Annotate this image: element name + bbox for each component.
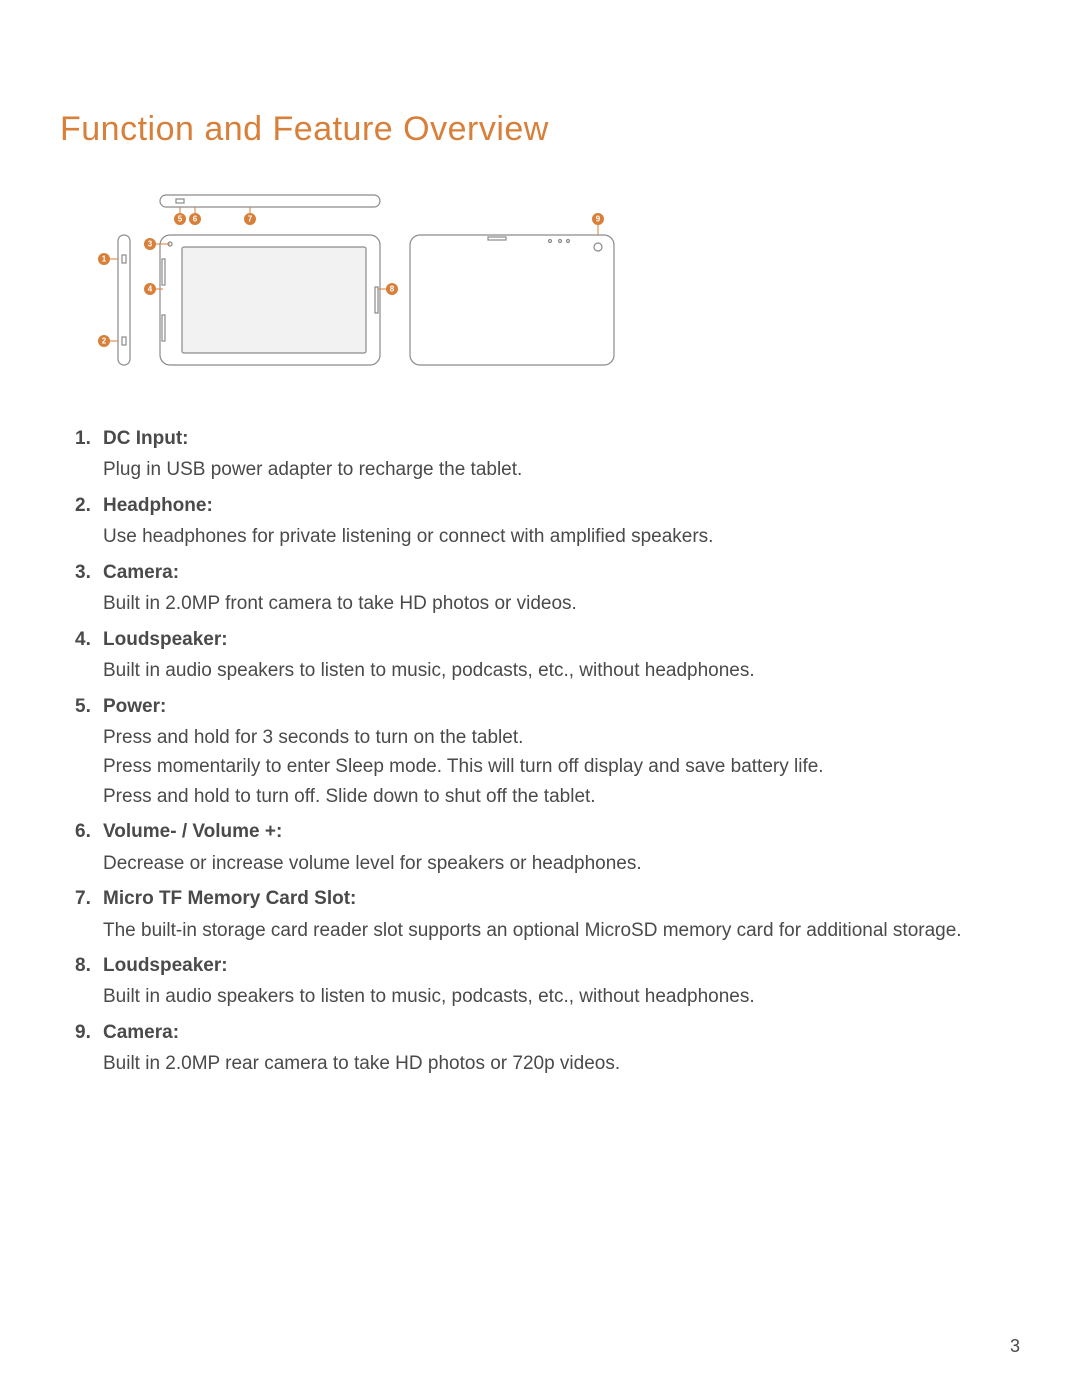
feature-heading: 1.DC Input: — [75, 424, 1020, 453]
feature-description: Built in audio speakers to listen to mus… — [75, 982, 1020, 1011]
feature-item: 7.Micro TF Memory Card Slot: The built-in… — [75, 884, 1020, 945]
diagram-top-edge: 5 6 7 — [160, 195, 380, 225]
feature-number: 9. — [75, 1018, 103, 1047]
feature-name: Loudspeaker: — [103, 951, 228, 980]
feature-number: 4. — [75, 625, 103, 654]
callout-3: 3 — [148, 240, 153, 249]
callout-2: 2 — [102, 337, 107, 346]
callout-9: 9 — [596, 215, 601, 224]
feature-description: Built in 2.0MP rear camera to take HD ph… — [75, 1049, 1020, 1078]
device-diagram: 5 6 7 1 2 3 4 — [90, 189, 1020, 394]
feature-description: Plug in USB power adapter to recharge th… — [75, 455, 1020, 484]
diagram-front: 3 4 8 — [144, 235, 398, 365]
feature-number: 2. — [75, 491, 103, 520]
feature-number: 7. — [75, 884, 103, 913]
feature-heading: 2.Headphone: — [75, 491, 1020, 520]
feature-name: Volume- / Volume +: — [103, 817, 282, 846]
feature-description: Press and hold for 3 seconds to turn on … — [75, 723, 1020, 811]
feature-number: 3. — [75, 558, 103, 587]
callout-4: 4 — [148, 285, 153, 294]
feature-heading: 9.Camera: — [75, 1018, 1020, 1047]
feature-heading: 3.Camera: — [75, 558, 1020, 587]
diagram-illustration: 5 6 7 1 2 3 4 — [90, 189, 620, 389]
feature-item: 3.Camera:Built in 2.0MP front camera to … — [75, 558, 1020, 619]
diagram-back: 9 — [410, 213, 614, 365]
feature-description: Built in 2.0MP front camera to take HD p… — [75, 589, 1020, 618]
page-number: 3 — [1010, 1336, 1020, 1357]
callout-7: 7 — [248, 215, 253, 224]
feature-heading: 6.Volume- / Volume +: — [75, 817, 1020, 846]
feature-name: Camera: — [103, 558, 179, 587]
feature-name: Loudspeaker: — [103, 625, 228, 654]
feature-list: 1.DC Input:Plug in USB power adapter to … — [60, 424, 1020, 1079]
callout-8: 8 — [390, 285, 395, 294]
callout-5: 5 — [178, 215, 183, 224]
feature-description: Decrease or increase volume level for sp… — [75, 849, 1020, 878]
page-title: Function and Feature Overview — [60, 110, 1020, 149]
feature-name: Camera: — [103, 1018, 179, 1047]
feature-item: 6.Volume- / Volume +: Decrease or increas… — [75, 817, 1020, 878]
feature-description: Use headphones for private listening or … — [75, 522, 1020, 551]
feature-number: 6. — [75, 817, 103, 846]
feature-item: 9.Camera:Built in 2.0MP rear camera to t… — [75, 1018, 1020, 1079]
feature-name: Headphone: — [103, 491, 213, 520]
feature-item: 4.Loudspeaker:Built in audio speakers to… — [75, 625, 1020, 686]
feature-item: 8.Loudspeaker:Built in audio speakers to… — [75, 951, 1020, 1012]
feature-number: 8. — [75, 951, 103, 980]
diagram-side-edge: 1 2 — [98, 235, 130, 365]
callout-1: 1 — [102, 255, 107, 264]
feature-name: Power: — [103, 692, 166, 721]
feature-heading: 7.Micro TF Memory Card Slot: — [75, 884, 1020, 913]
feature-heading: 4.Loudspeaker: — [75, 625, 1020, 654]
feature-heading: 8.Loudspeaker: — [75, 951, 1020, 980]
feature-heading: 5.Power: — [75, 692, 1020, 721]
feature-number: 5. — [75, 692, 103, 721]
callout-6: 6 — [193, 215, 198, 224]
feature-name: Micro TF Memory Card Slot: — [103, 884, 356, 913]
feature-description: The built-in storage card reader slot su… — [75, 916, 1020, 945]
feature-number: 1. — [75, 424, 103, 453]
feature-description: Built in audio speakers to listen to mus… — [75, 656, 1020, 685]
feature-item: 2.Headphone:Use headphones for private l… — [75, 491, 1020, 552]
feature-item: 1.DC Input:Plug in USB power adapter to … — [75, 424, 1020, 485]
feature-name: DC Input: — [103, 424, 188, 453]
feature-item: 5.Power:Press and hold for 3 seconds to … — [75, 692, 1020, 812]
